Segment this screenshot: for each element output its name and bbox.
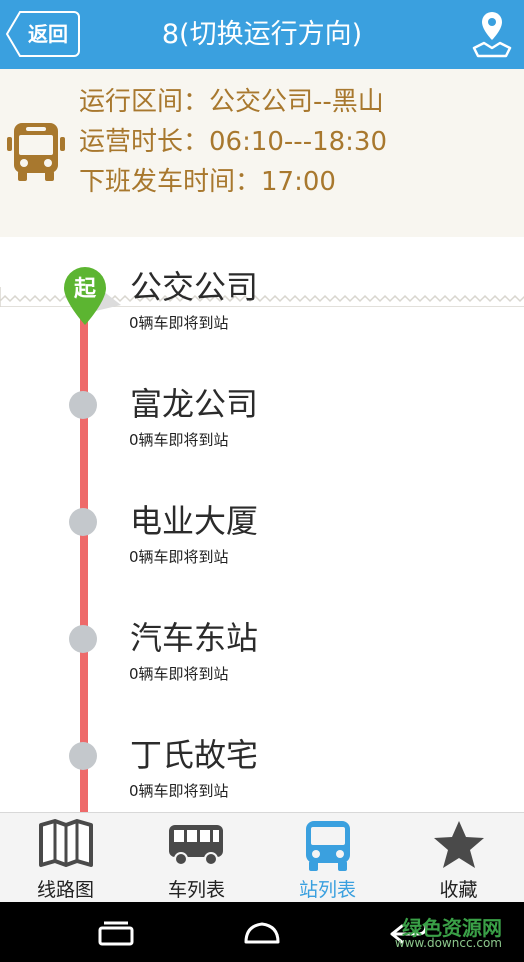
station-item[interactable]: 电业大厦 0辆车即将到站 <box>0 494 524 604</box>
operating-hours: 运营时长：06:10---18:30 <box>79 127 388 157</box>
home-icon[interactable] <box>232 912 292 952</box>
station-name: 丁氏故宅 <box>130 736 259 774</box>
map-location-icon[interactable] <box>470 8 514 58</box>
station-name: 汽车东站 <box>130 619 259 657</box>
tab-label: 收藏 <box>439 879 478 901</box>
station-dot <box>69 625 97 653</box>
station-item[interactable]: 汽车东站 0辆车即将到站 <box>0 611 524 721</box>
station-status: 0辆车即将到站 <box>129 314 229 332</box>
station-name: 公交公司 <box>130 268 259 306</box>
bus-list-icon <box>169 825 223 866</box>
tab-label: 站列表 <box>298 879 356 901</box>
station-dot <box>69 391 97 419</box>
last-departure: 下班发车时间：17:00 <box>79 167 336 197</box>
recent-apps-icon[interactable] <box>86 912 146 952</box>
back-label: 返回 <box>28 22 68 46</box>
start-marker-label: 起 <box>73 277 97 302</box>
tab-route-map[interactable]: 线路图 <box>0 813 131 902</box>
star-icon <box>434 821 484 868</box>
station-name: 电业大厦 <box>130 502 259 540</box>
back-button[interactable]: 返回 <box>6 11 80 57</box>
route-info-panel: 运行区间：公交公司--黑山 运营时长：06:10---18:30 下班发车时间：… <box>0 69 524 307</box>
watermark-url: www.downcc.com <box>394 936 502 950</box>
tab-station-list[interactable]: 站列表 <box>262 813 393 902</box>
route-range: 运行区间：公交公司--黑山 <box>79 87 384 117</box>
station-status: 0辆车即将到站 <box>129 548 229 566</box>
tab-favorites[interactable]: 收藏 <box>393 813 524 902</box>
station-name: 富龙公司 <box>130 385 259 423</box>
start-marker-icon: 起 <box>64 267 121 325</box>
bottom-tab-bar: 线路图 车列表 站列表 收藏 <box>0 812 524 902</box>
map-book-icon <box>39 819 93 867</box>
station-status: 0辆车即将到站 <box>129 431 229 449</box>
app-header: 返回 8(切换运行方向) <box>0 0 524 69</box>
station-status: 0辆车即将到站 <box>129 665 229 683</box>
station-dot <box>69 742 97 770</box>
station-dot <box>69 508 97 536</box>
bus-icon <box>7 123 65 181</box>
station-list-icon <box>306 821 350 871</box>
tab-label: 车列表 <box>167 879 225 901</box>
tab-label: 线路图 <box>36 879 94 901</box>
station-status: 0辆车即将到站 <box>129 782 229 800</box>
page-title[interactable]: 8(切换运行方向) <box>96 0 428 69</box>
system-nav-bar: 绿色资源网 www.downcc.com <box>0 902 524 962</box>
station-item[interactable]: 富龙公司 0辆车即将到站 <box>0 377 524 487</box>
tab-bus-list[interactable]: 车列表 <box>131 813 262 902</box>
